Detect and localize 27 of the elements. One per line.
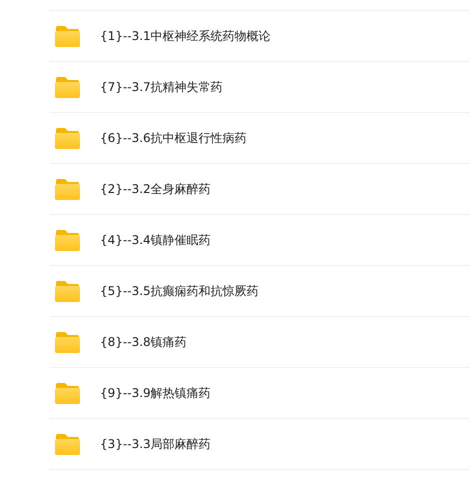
folder-name: {9}--3.9解热镇痛药 [100,384,211,402]
folder-row[interactable]: {9}--3.9解热镇痛药 [50,368,470,419]
folder-icon [55,178,80,200]
folder-name: {5}--3.5抗癫痫药和抗惊厥药 [100,282,259,300]
folder-icon [55,128,80,148]
folder-name: {4}--3.4镇静催眠药 [100,232,211,248]
folder-name: {2}--3.2全身麻醉药 [100,180,211,198]
folder-name: {8}--3.8镇痛药 [100,334,187,350]
folder-row[interactable]: {6}--3.6抗中枢退行性病药 [50,113,470,164]
folder-row[interactable]: {1}--3.1中枢神经系统药物概论 [50,11,470,62]
folder-name: {3}--3.3局部麻醉药 [100,436,211,452]
folder-icon [55,26,80,46]
folder-icon [55,332,80,352]
folder-row[interactable]: {4}--3.4镇静催眠药 [50,215,470,266]
folder-icon [55,230,80,250]
folder-row[interactable]: {7}--3.7抗精神失常药 [50,62,470,113]
folder-name: {6}--3.6抗中枢退行性病药 [100,130,247,146]
folder-icon [55,382,80,404]
folder-name: {1}--3.1中枢神经系统药物概论 [100,28,271,44]
folder-row[interactable]: {5}--3.5抗癫痫药和抗惊厥药 [50,266,470,317]
folder-icon [55,434,80,454]
folder-icon [55,280,80,302]
folder-name: {7}--3.7抗精神失常药 [100,78,223,96]
folder-icon [55,76,80,98]
folder-row[interactable]: {3}--3.3局部麻醉药 [50,419,470,470]
folder-row[interactable]: {8}--3.8镇痛药 [50,317,470,368]
folder-row[interactable]: {2}--3.2全身麻醉药 [50,164,470,215]
